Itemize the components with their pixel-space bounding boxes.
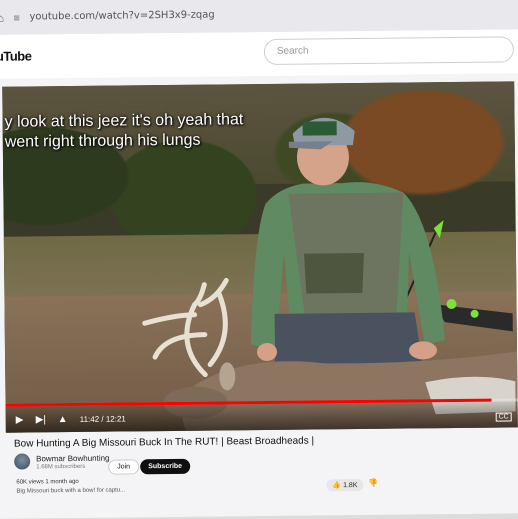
like-count: 1.8K (343, 482, 358, 490)
join-button[interactable]: Join (108, 459, 140, 475)
player-controls: ▶ ▶| ▲ 11:42 / 12:21 CC (5, 397, 518, 433)
volume-icon[interactable]: ▲ (58, 414, 68, 425)
channel-avatar[interactable] (14, 453, 31, 470)
channel-name[interactable]: Bowmar Bowhunting (36, 454, 109, 464)
description-snippet[interactable]: Big Missouri buck with a bow! for captu.… (16, 487, 125, 494)
tune-icon[interactable]: ≡ (13, 13, 20, 25)
view-count: 60K views 1 month ago (16, 478, 79, 486)
search-placeholder: Search (276, 45, 309, 57)
video-player[interactable]: y look at this jeez it's oh yeah that we… (2, 81, 518, 433)
search-input[interactable]: Search (263, 36, 514, 65)
subscriber-count: 1.68M subscribers (36, 463, 86, 471)
subscribe-button[interactable]: Subscribe (140, 458, 191, 475)
youtube-header: uTube Search (0, 29, 518, 79)
home-icon[interactable]: ⌂ (0, 13, 4, 25)
youtube-logo[interactable]: uTube (0, 48, 32, 63)
screen: ⌂ ≡ youtube.com/watch?v=2SH3x9-zqag uTub… (0, 0, 518, 519)
like-button[interactable]: 👍 1.8K (326, 478, 364, 492)
caption-line-1: y look at this jeez it's oh yeah that (4, 111, 244, 131)
captions-button[interactable]: CC (495, 412, 512, 422)
play-icon[interactable]: ▶ (16, 415, 24, 426)
caption-line-2: went right through his lungs (4, 131, 201, 151)
address-bar[interactable]: youtube.com/watch?v=2SH3x9-zqag (29, 10, 214, 23)
next-icon[interactable]: ▶| (36, 414, 46, 425)
video-title: Bow Hunting A Big Missouri Buck In The R… (13, 435, 315, 450)
dislike-icon[interactable]: 👎 (368, 479, 378, 488)
video-caption: y look at this jeez it's oh yeah that we… (4, 110, 243, 152)
time-display: 11:42 / 12:21 (79, 414, 126, 424)
